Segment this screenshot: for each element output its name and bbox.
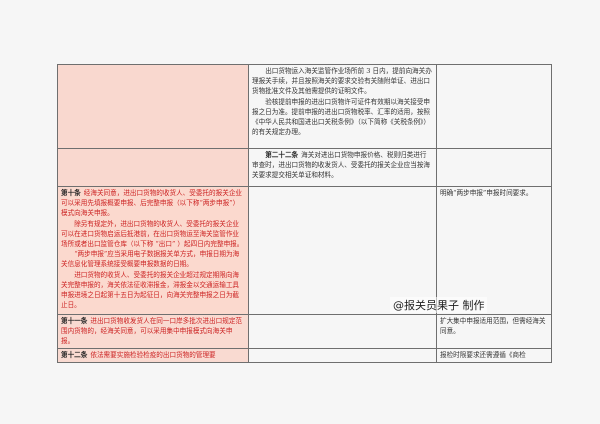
paragraph: 出口货物运入海关监管作业场所前 3 日内，提前向海关办理报关手续，并且按照海关的… bbox=[252, 67, 432, 96]
new-article-cell: 第十一条 进出口货物收发货人在同一口岸多批次进出口规定范围内货物的，经海关同意，可… bbox=[57, 314, 249, 349]
new-article-cell bbox=[57, 64, 249, 149]
paragraph: 经海关同意，进出口货物的收货人、受委托的报关企业可以采用先填报概要申报、后完整申… bbox=[61, 189, 243, 218]
note-cell: 报检时限要求还需遵循《商检 bbox=[436, 348, 552, 363]
note-cell bbox=[436, 64, 552, 149]
new-article-cell: 第十二条 依法需要实施检验检疫的出口货物的管理要 bbox=[57, 348, 249, 363]
old-article-cell: 出口货物运入海关监管作业场所前 3 日内，提前向海关办理报关手续，并且按照海关的… bbox=[248, 64, 437, 149]
new-article-cell bbox=[57, 148, 249, 187]
table-row: 第十二条 依法需要实施检验检疫的出口货物的管理要 报检时限要求还需遵循《商检 bbox=[57, 348, 552, 363]
paragraph: 验核提前申报的进出口货物许可证件有效期以海关接受申报之日为准。提前申报的进出口货… bbox=[252, 97, 431, 137]
paragraph: 除另有规定外，进出口货物的收货人、受委托的报关企业可以在进口货物启运后抵港前，在… bbox=[61, 219, 244, 249]
document-page: 出口货物运入海关监管作业场所前 3 日内，提前向海关办理报关手续，并且按照海关的… bbox=[0, 0, 600, 424]
paragraph: 依法需要实施检验检疫的出口货物的管理要 bbox=[90, 351, 216, 359]
article-number: 第十条 bbox=[61, 189, 81, 197]
paragraph: “两步申报”应当采用电子数据报关单方式，申报日期为海关信息化管理系统接受概要申报… bbox=[61, 250, 240, 269]
article-number: 第十一条 bbox=[61, 317, 88, 325]
note-cell: 明确“两步申报”申报时间要求。 bbox=[436, 186, 552, 315]
new-article-cell: 第十条 经海关同意，进出口货物的收货人、受委托的报关企业可以采用先填报概要申报、后… bbox=[57, 186, 249, 315]
old-article-cell bbox=[248, 186, 437, 315]
note-cell: 扩大集中申报适用范围，但需经海关同意。 bbox=[436, 314, 552, 349]
note-cell bbox=[436, 148, 552, 187]
paragraph: 进出口货物收发货人在同一口岸多批次进出口规定范围内货物的，经海关同意，可以采用集… bbox=[61, 317, 243, 346]
old-article-cell: 第二十二条 海关对进出口货物申报价格、税则归类进行审查时，进出口货物的收发货人、受… bbox=[248, 148, 437, 187]
article-number: 第十二条 bbox=[61, 351, 88, 359]
note-text: 报检时限要求还需遵循《商检 bbox=[440, 351, 526, 359]
watermark: @报关员果子 制作 bbox=[390, 297, 487, 313]
article-number: 第二十二条 bbox=[265, 151, 299, 159]
table-row: 第十条 经海关同意，进出口货物的收货人、受委托的报关企业可以采用先填报概要申报、后… bbox=[57, 186, 552, 315]
table-row: 第二十二条 海关对进出口货物申报价格、税则归类进行审查时，进出口货物的收发货人、受… bbox=[57, 148, 552, 187]
table-row: 第十一条 进出口货物收发货人在同一口岸多批次进出口规定范围内货物的，经海关同意，可… bbox=[57, 314, 552, 349]
table-row: 出口货物运入海关监管作业场所前 3 日内，提前向海关办理报关手续，并且按照海关的… bbox=[57, 64, 552, 149]
watermark-text: @报关员果子 制作 bbox=[393, 299, 485, 312]
law-comparison-table: 出口货物运入海关监管作业场所前 3 日内，提前向海关办理报关手续，并且按照海关的… bbox=[57, 64, 552, 363]
paragraph: 进口货物的收货人、受委托的报关企业超过规定期限向海关完整申报的，海关依法征收滞报… bbox=[61, 270, 240, 310]
old-article-cell bbox=[248, 314, 437, 349]
note-text: 明确“两步申报”申报时间要求。 bbox=[440, 189, 533, 197]
old-article-cell bbox=[248, 348, 437, 363]
note-text: 扩大集中申报适用范围，但需经海关同意。 bbox=[440, 317, 546, 336]
